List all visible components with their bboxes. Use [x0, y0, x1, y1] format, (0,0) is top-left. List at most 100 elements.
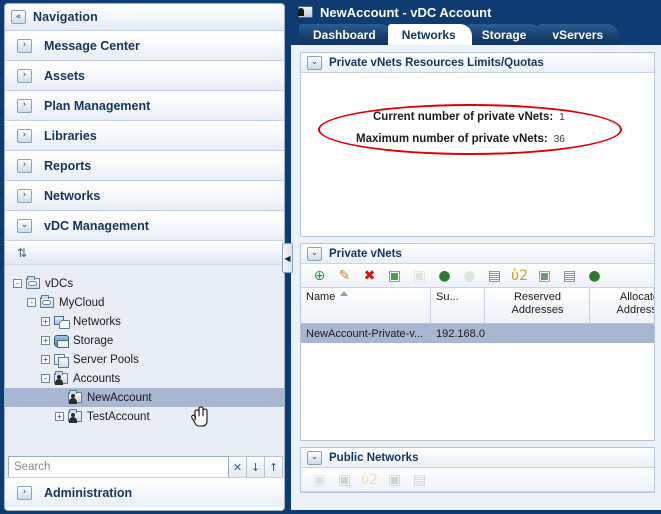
column-header-su-[interactable]: Su... [431, 288, 485, 323]
edit-vnet-icon-glyph: ✎ [338, 267, 351, 284]
tab-networks[interactable]: Networks [387, 24, 472, 45]
chevron-down-icon[interactable]: ⌄ [307, 246, 322, 261]
tab-storage[interactable]: Storage [467, 24, 543, 45]
sidebar-item-reports[interactable]: › Reports [5, 151, 284, 181]
allocate-address-icon[interactable]: ● [432, 265, 457, 287]
column-header-label: Su... [436, 291, 459, 303]
tree-item-server-pools[interactable]: + Server Pools [5, 350, 284, 369]
delete-vnet-icon[interactable]: ✖ [357, 265, 382, 287]
private-vnets-grid-body[interactable]: NewAccount-Private-v... 192.168.0.0/28 [301, 324, 654, 440]
public-networks-panel: ⌄ Public Networks ▣ ▣ ὑ2 ▣ ▤ [300, 447, 655, 493]
tree-expand-icon[interactable]: + [41, 317, 50, 326]
vdcs-folder-icon [26, 276, 40, 289]
tree-item-networks[interactable]: + Networks [5, 312, 284, 331]
add-ip-range-icon[interactable]: ▣ [382, 265, 407, 287]
navigation-header: « Navigation [5, 4, 284, 31]
sidebar-item-message-center[interactable]: › Message Center [5, 31, 284, 61]
view-lock-icon-glyph: ὑ2 [510, 267, 528, 284]
tab-dashboard[interactable]: Dashboard [299, 24, 392, 45]
tab-bar: Dashboard Networks Storage vServers [291, 24, 661, 45]
tree-collapse-icon[interactable]: - [13, 279, 22, 288]
public-networks-panel-title: Public Networks [329, 451, 419, 464]
quota-panel-body: Current number of private vNets: 1 Maxim… [301, 73, 654, 236]
sidebar-item-networks[interactable]: › Networks [5, 181, 284, 211]
tab-label: vServers [552, 27, 604, 42]
chevron-right-icon: › [17, 128, 32, 143]
search-previous-button[interactable]: ↑ [265, 456, 283, 478]
tree-item-label: MyCloud [59, 296, 105, 309]
column-header-label: Name [306, 291, 336, 303]
column-header-label: Reserved Addresses [511, 291, 564, 316]
tree-expand-icon[interactable]: + [41, 336, 50, 345]
tree-expand-icon[interactable]: + [55, 412, 64, 421]
sidebar-item-label: Libraries [44, 128, 97, 143]
assign-network-icon[interactable]: ▤ [482, 265, 507, 287]
tree-item-label: NewAccount [87, 391, 152, 404]
search-next-button[interactable]: ↓ [247, 456, 265, 478]
tab-label: Dashboard [313, 27, 376, 42]
quota-value: 1 [559, 112, 565, 123]
quota-panel: ⌄ Private vNets Resources Limits/Quotas … [300, 52, 655, 237]
quota-row-maximum: Maximum number of private vNets: 36 [356, 133, 565, 145]
accounts-icon [54, 371, 68, 385]
sidebar-item-label: Plan Management [44, 98, 151, 113]
remove-public-range-icon: ▣ [332, 469, 357, 491]
private-vnets-grid-header: Name Su... Reserved Addresses Allocated Add… [301, 288, 654, 324]
tree-item-testaccount[interactable]: + TestAccount [5, 407, 284, 426]
search-ip-range-icon[interactable]: ▣ [532, 265, 557, 287]
chevron-right-icon: › [17, 158, 32, 173]
search-input[interactable] [8, 456, 229, 478]
private-vnets-panel-title: Private vNets [329, 247, 402, 260]
quota-panel-title: Private vNets Resources Limits/Quotas [329, 56, 544, 69]
sidebar-item-label: Administration [44, 485, 133, 500]
view-lock-icon[interactable]: ὑ2 [507, 265, 532, 287]
sidebar-item-administration[interactable]: › Administration [5, 477, 284, 507]
page-title-bar: NewAccount - vDC Account [291, 0, 661, 24]
public-lock-icon: ὑ2 [357, 469, 382, 491]
splitter-collapse-handle[interactable]: ◀ [282, 243, 293, 273]
chevron-down-icon[interactable]: ⌄ [307, 450, 322, 465]
tree-item-label: Storage [73, 334, 114, 347]
networks-icon [54, 315, 70, 329]
sidebar-item-vdc-management[interactable]: ⌄ vDC Management [5, 211, 284, 241]
tree-item-newaccount[interactable]: NewAccount [5, 388, 284, 407]
chevron-right-icon: › [17, 188, 32, 203]
public-networks-toolbar: ▣ ▣ ὑ2 ▣ ▤ [301, 468, 654, 492]
view-network-icon[interactable]: ▤ [557, 265, 582, 287]
quota-panel-header[interactable]: ⌄ Private vNets Resources Limits/Quotas [301, 53, 654, 73]
table-cell-name: NewAccount-Private-v... [306, 327, 424, 340]
public-networks-panel-header[interactable]: ⌄ Public Networks [301, 448, 654, 468]
add-vnet-icon[interactable]: ⊕ [307, 265, 332, 287]
table-row[interactable]: NewAccount-Private-v... 192.168.0.0/28 [301, 324, 654, 343]
column-header-reserved-addresses[interactable]: Reserved Addresses [485, 288, 590, 323]
search-address-icon[interactable]: ● [582, 265, 607, 287]
vdc-account-icon [298, 6, 313, 18]
remove-ip-range-icon: ▣ [407, 265, 432, 287]
navigation-title: Navigation [33, 10, 98, 24]
account-icon [68, 390, 82, 404]
refresh-icon[interactable]: ⇅ [17, 246, 27, 260]
tree-item-storage[interactable]: + Storage [5, 331, 284, 350]
sidebar-item-libraries[interactable]: › Libraries [5, 121, 284, 151]
search-clear-button[interactable]: ✕ [229, 456, 247, 478]
private-vnets-panel-header[interactable]: ⌄ Private vNets [301, 244, 654, 264]
chevron-down-icon[interactable]: ⌄ [307, 55, 322, 70]
sidebar-item-assets[interactable]: › Assets [5, 61, 284, 91]
collapse-navigation-icon[interactable]: « [11, 10, 26, 24]
tree-collapse-icon[interactable]: - [41, 374, 50, 383]
tree-item-vdcs[interactable]: - vDCs [5, 274, 284, 293]
panels-container: ⌄ Private vNets Resources Limits/Quotas … [291, 45, 661, 510]
column-header-allocated-addresses[interactable]: Allocated Addresses [590, 288, 655, 323]
edit-vnet-icon[interactable]: ✎ [332, 265, 357, 287]
server-pools-icon [54, 353, 69, 368]
column-header-name[interactable]: Name [301, 288, 431, 323]
tab-vservers[interactable]: vServers [538, 24, 620, 45]
sidebar-item-label: Reports [44, 158, 92, 173]
tree-collapse-icon[interactable]: - [27, 298, 36, 307]
sidebar-item-plan-management[interactable]: › Plan Management [5, 91, 284, 121]
tree-item-accounts[interactable]: - Accounts [5, 369, 284, 388]
tab-label: Networks [401, 27, 456, 42]
tree-item-mycloud[interactable]: - MyCloud [5, 293, 284, 312]
tree-expand-icon[interactable]: + [41, 355, 50, 364]
navigation-accordion: › Message Center › Assets › Plan Management › L… [5, 31, 284, 241]
